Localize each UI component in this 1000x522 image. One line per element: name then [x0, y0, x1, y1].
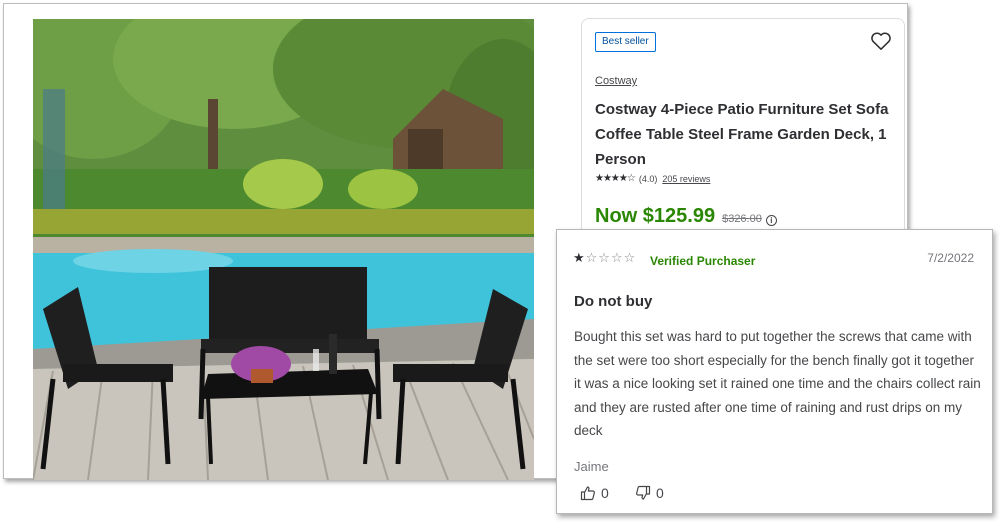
unhelpful-count: 0	[656, 485, 664, 501]
price-row: Now $125.99 $326.00 i	[595, 205, 777, 228]
empty-stars: ☆☆☆☆	[585, 250, 637, 265]
thumbs-down-icon	[636, 485, 651, 500]
original-price: $326.00	[722, 213, 762, 225]
brand-link[interactable]: Costway	[595, 75, 637, 87]
verified-purchaser-label: Verified Purchaser	[650, 254, 756, 268]
best-seller-badge: Best seller	[595, 32, 656, 52]
review-body: Bought this set was hard to put together…	[574, 329, 981, 438]
filled-stars: ★	[573, 250, 586, 265]
rating-summary: ★★★★☆ (4.0) 205 reviews	[595, 173, 710, 184]
product-info-panel: Best seller Costway Costway 4-Piece Pati…	[581, 18, 905, 250]
rating-stars: ★★★★☆	[595, 173, 636, 184]
current-price: Now $125.99	[595, 205, 716, 227]
info-circle-icon[interactable]: i	[765, 215, 777, 226]
review-author: Jaime	[574, 459, 609, 474]
unhelpful-button[interactable]: 0	[635, 485, 664, 501]
patio-set-photo	[33, 19, 534, 480]
helpful-button[interactable]: 0	[580, 485, 609, 501]
product-title: Costway 4-Piece Patio Furniture Set Sofa…	[595, 101, 889, 168]
heart-outline-icon[interactable]	[870, 31, 892, 51]
review-date: 7/2/2022	[927, 251, 974, 265]
review-rating-stars: ★☆☆☆☆	[573, 250, 636, 266]
review-title: Do not buy	[574, 293, 653, 310]
rating-value: (4.0)	[638, 173, 658, 184]
product-image[interactable]	[33, 19, 534, 480]
reviews-link[interactable]: 205 reviews	[662, 174, 710, 184]
review-card: ★☆☆☆☆ Verified Purchaser 7/2/2022 Do not…	[556, 229, 993, 514]
helpful-count: 0	[601, 485, 609, 501]
thumbs-up-icon	[580, 486, 595, 501]
